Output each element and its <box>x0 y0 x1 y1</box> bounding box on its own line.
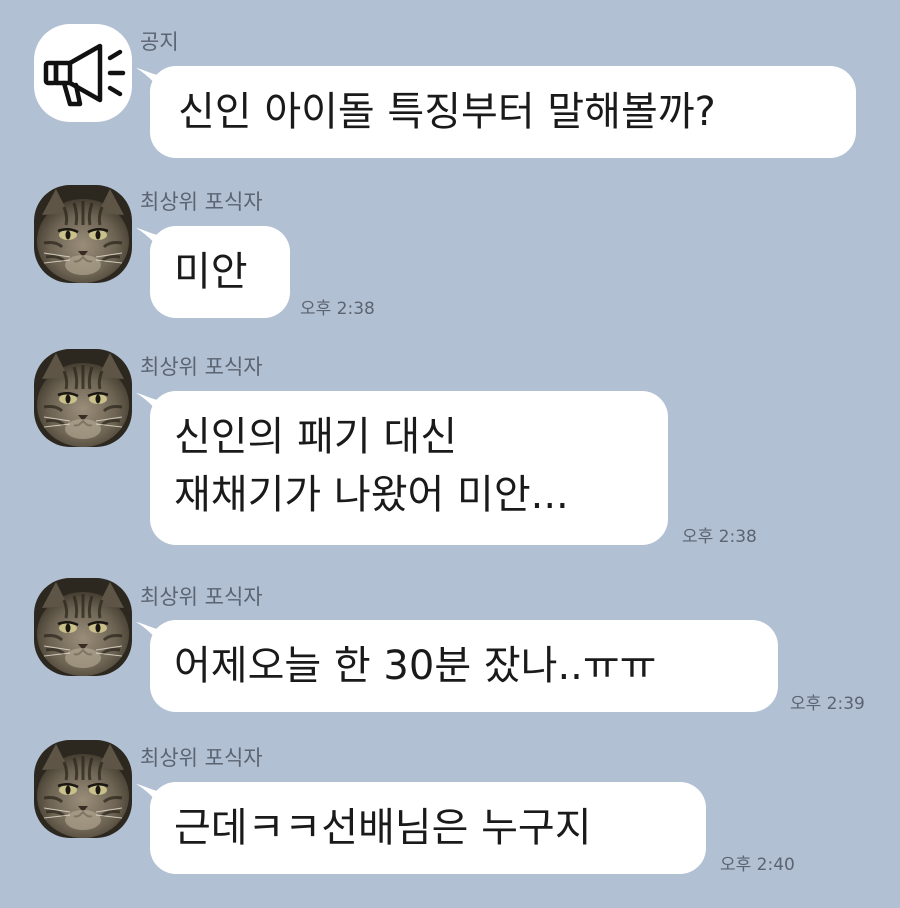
timestamp: 오후 2:38 <box>300 299 375 319</box>
message-text: 미안 <box>174 249 248 295</box>
cat-avatar <box>34 740 132 838</box>
sender-name: 최상위 포식자 <box>140 746 263 770</box>
message-text-line: 재채기가 나왔어 미안... <box>174 472 569 518</box>
message-text: 신인 아이돌 특징부터 말해볼까? <box>178 89 716 135</box>
avatar[interactable] <box>34 349 132 447</box>
sender-name: 공지 <box>140 30 179 54</box>
avatar[interactable] <box>34 185 132 283</box>
avatar[interactable] <box>34 24 132 122</box>
avatar[interactable] <box>34 578 132 676</box>
message-bubble[interactable]: 미안 <box>150 226 290 318</box>
megaphone-icon <box>43 43 126 107</box>
message-bubble[interactable]: 어제오늘 한 30분 잤나..ㅠㅠ <box>150 620 778 712</box>
timestamp: 오후 2:38 <box>682 527 757 547</box>
bubble-tail <box>136 393 166 419</box>
bubble-tail <box>136 68 166 94</box>
bubble-tail <box>136 622 166 648</box>
message-text-line: 신인의 패기 대신 <box>174 414 458 460</box>
timestamp: 오후 2:39 <box>790 694 865 714</box>
bubble-tail <box>136 784 166 810</box>
bubble-tail <box>136 228 166 254</box>
sender-name: 최상위 포식자 <box>140 190 263 214</box>
cat-avatar <box>34 578 132 676</box>
timestamp: 오후 2:40 <box>720 855 795 875</box>
avatar[interactable] <box>34 740 132 838</box>
message-bubble[interactable]: 신인의 패기 대신 재채기가 나왔어 미안... <box>150 391 668 545</box>
sender-name: 최상위 포식자 <box>140 585 263 609</box>
message-bubble[interactable]: 신인 아이돌 특징부터 말해볼까? <box>150 66 856 158</box>
message-bubble[interactable]: 근데ㅋㅋ선배님은 누구지 <box>150 782 706 874</box>
message-text: 근데ㅋㅋ선배님은 누구지 <box>174 805 592 851</box>
cat-avatar <box>34 349 132 447</box>
sender-name: 최상위 포식자 <box>140 355 263 379</box>
message-text: 어제오늘 한 30분 잤나..ㅠㅠ <box>174 643 657 689</box>
cat-avatar <box>34 185 132 283</box>
